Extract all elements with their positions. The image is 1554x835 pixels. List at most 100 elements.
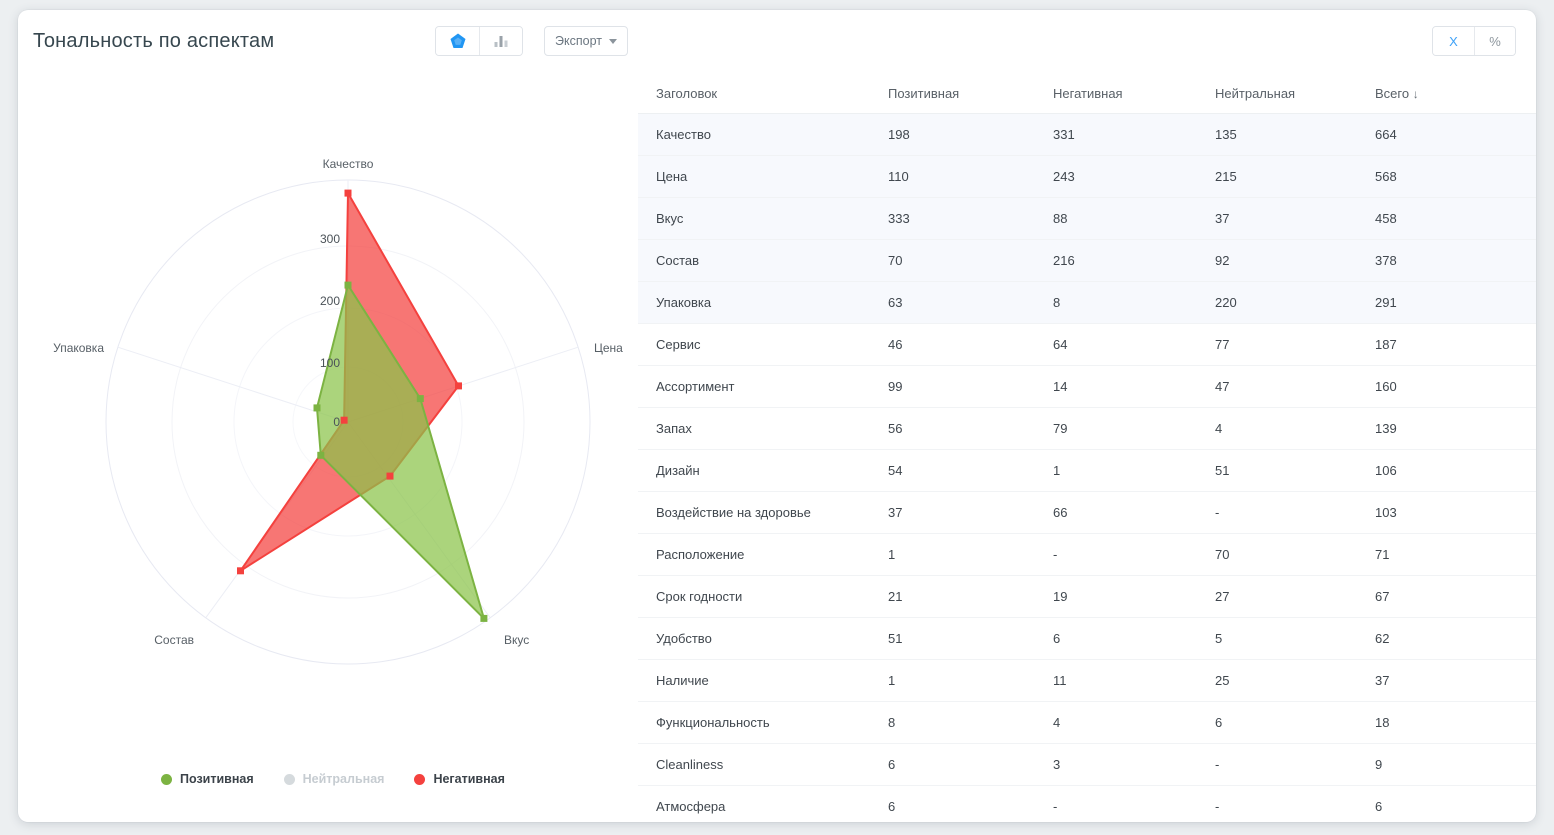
- cell-title: Расположение: [638, 533, 888, 576]
- radar-tick-200: 200: [320, 294, 340, 308]
- legend-item-positive[interactable]: Позитивная: [161, 772, 254, 786]
- cell-neutral: -: [1215, 743, 1375, 786]
- table-row[interactable]: Cleanliness 6 3-9: [638, 743, 1536, 786]
- cell-neutral: 92: [1215, 239, 1375, 282]
- cell-negative: -: [1053, 533, 1215, 576]
- cell-negative: 8: [1053, 281, 1215, 324]
- cell-negative: 79: [1053, 407, 1215, 450]
- cell-title: Качество: [638, 113, 888, 156]
- unit-toggle[interactable]: X %: [1432, 26, 1516, 56]
- cell-total: 458: [1375, 197, 1536, 240]
- table-row[interactable]: Функциональность 8 4 6 18: [638, 701, 1536, 744]
- cell-negative: 64: [1053, 323, 1215, 366]
- cell-neutral: 70: [1215, 533, 1375, 576]
- bar-chart-icon: [494, 36, 508, 47]
- column-header-neutral[interactable]: Нейтральная: [1215, 76, 1375, 114]
- table-row[interactable]: Дизайн 54 1 51 106: [638, 449, 1536, 492]
- cell-negative: 1: [1053, 449, 1215, 492]
- cell-total: 103: [1375, 491, 1536, 534]
- cell-positive: 56: [888, 407, 1053, 450]
- cell-total: 664: [1375, 113, 1536, 156]
- cell-positive: 54: [888, 449, 1053, 492]
- column-header-total[interactable]: Всего ↓: [1375, 76, 1536, 114]
- column-header-negative[interactable]: Негативная: [1053, 76, 1215, 114]
- percent-unit-button[interactable]: %: [1474, 27, 1515, 55]
- cell-neutral: 5: [1215, 617, 1375, 660]
- table-row[interactable]: Запах 56 79 4 139: [638, 407, 1536, 450]
- legend-dot-neutral: [283, 773, 295, 785]
- cell-neutral: 4: [1215, 407, 1375, 450]
- cell-negative: 4: [1053, 701, 1215, 744]
- column-header-title[interactable]: Заголовок: [638, 76, 888, 114]
- cell-total: 139: [1375, 407, 1536, 450]
- table-row[interactable]: Сервис 46 64 77 187: [638, 323, 1536, 366]
- table-row[interactable]: Вкус 333 88 37 458: [638, 197, 1536, 240]
- column-header-total-label: Всего: [1375, 86, 1410, 101]
- cell-title: Состав: [638, 239, 888, 282]
- cell-neutral: 135: [1215, 113, 1375, 156]
- table-row[interactable]: Воздействие на здоровье 37 66-103: [638, 491, 1536, 534]
- cell-negative: -: [1053, 785, 1215, 822]
- absolute-unit-button[interactable]: X: [1433, 27, 1474, 55]
- cell-total: 62: [1375, 617, 1536, 660]
- legend-label-negative: Негативная: [433, 772, 505, 786]
- column-header-positive[interactable]: Позитивная: [888, 76, 1053, 114]
- legend-label-neutral: Нейтральная: [302, 772, 385, 786]
- legend-item-negative[interactable]: Негативная: [414, 772, 505, 786]
- legend-dot-positive: [161, 773, 172, 785]
- cell-positive: 1: [888, 659, 1053, 702]
- cell-title: Срок годности: [638, 575, 888, 618]
- cell-negative: 11: [1053, 659, 1215, 702]
- table-row[interactable]: Срок годности 21 19 27 67: [638, 575, 1536, 618]
- radar-axis-label-vkus: Вкус: [504, 633, 529, 647]
- table-row[interactable]: Атмосфера 6- -6: [638, 785, 1536, 822]
- cell-title: Сервис: [638, 323, 888, 366]
- cell-positive: 1: [888, 533, 1053, 576]
- cell-neutral: 37: [1215, 197, 1375, 240]
- bar-view-button[interactable]: [479, 27, 522, 55]
- cell-neutral: 27: [1215, 575, 1375, 618]
- table-row[interactable]: Наличие 1 11 25 37: [638, 659, 1536, 702]
- cell-title: Запах: [638, 407, 888, 450]
- aspects-table: Заголовок Позитивная Негативная Нейтраль…: [638, 76, 1536, 822]
- table-row[interactable]: Расположение 1-70 71: [638, 533, 1536, 576]
- table-row[interactable]: Качество 198 331 135 664: [638, 113, 1536, 156]
- legend-label-positive: Позитивная: [180, 772, 254, 786]
- cell-positive: 37: [888, 491, 1053, 534]
- table-row[interactable]: Удобство 51 6 5 62: [638, 617, 1536, 660]
- radar-view-button[interactable]: [436, 27, 479, 55]
- table-row[interactable]: Состав 70 216 92 378: [638, 239, 1536, 282]
- cell-negative: 216: [1053, 239, 1215, 282]
- cell-negative: 331: [1053, 113, 1215, 156]
- table-header-row: Заголовок Позитивная Негативная Нейтраль…: [638, 76, 1536, 114]
- table-row[interactable]: Упаковка 63 8 220 291: [638, 281, 1536, 324]
- radar-tick-100: 100: [320, 356, 340, 370]
- cell-negative: 88: [1053, 197, 1215, 240]
- legend-item-neutral[interactable]: Нейтральная: [283, 772, 385, 786]
- table-row[interactable]: Ассортимент 99 14 47 160: [638, 365, 1536, 408]
- cell-positive: 21: [888, 575, 1053, 618]
- cell-positive: 110: [888, 155, 1053, 198]
- cell-total: 37: [1375, 659, 1536, 702]
- cell-neutral: 6: [1215, 701, 1375, 744]
- cell-total: 106: [1375, 449, 1536, 492]
- table-row[interactable]: Цена 110 243 215 568: [638, 155, 1536, 198]
- cell-neutral: -: [1215, 785, 1375, 822]
- radar-chart[interactable]: 0 100 200 300 Качество Цена Вкус Состав …: [18, 72, 638, 772]
- cell-positive: 6: [888, 785, 1053, 822]
- cell-title: Наличие: [638, 659, 888, 702]
- cell-title: Воздействие на здоровье: [638, 491, 888, 534]
- cell-title: Упаковка: [638, 281, 888, 324]
- sort-desc-icon: ↓: [1412, 87, 1419, 101]
- cell-negative: 3: [1053, 743, 1215, 786]
- radar-axis-label-sostav: Состав: [154, 633, 194, 647]
- radar-chart-panel: 0 100 200 300 Качество Цена Вкус Состав …: [18, 72, 638, 822]
- cell-title: Функциональность: [638, 701, 888, 744]
- cell-negative: 14: [1053, 365, 1215, 408]
- chart-view-toggle[interactable]: [435, 26, 523, 56]
- export-button[interactable]: Экспорт: [544, 26, 628, 56]
- radar-tick-300: 300: [320, 232, 340, 246]
- cell-neutral: 220: [1215, 281, 1375, 324]
- table-header: Заголовок Позитивная Негативная Нейтраль…: [638, 76, 1536, 114]
- cell-positive: 63: [888, 281, 1053, 324]
